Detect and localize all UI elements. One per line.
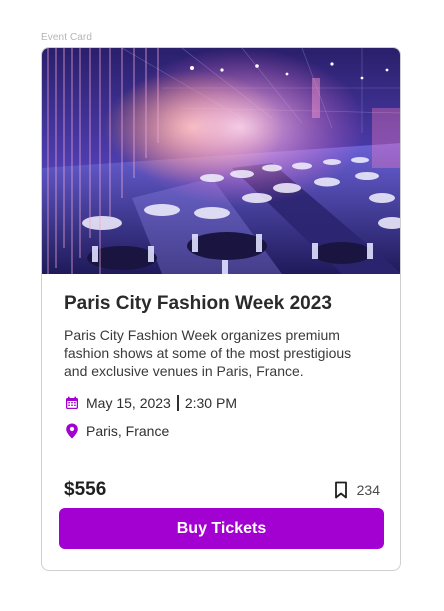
- frame-label: Event Card: [41, 32, 93, 43]
- datetime-divider: [176, 395, 179, 411]
- event-content: Paris City Fashion Week 2023 Paris City …: [64, 292, 384, 440]
- bookmark-icon[interactable]: [333, 481, 349, 499]
- event-location-text: Paris, France: [86, 423, 170, 439]
- event-location: Paris, France: [64, 422, 384, 440]
- ticket-price: $556: [64, 479, 107, 500]
- calendar-icon: [64, 395, 80, 411]
- bookmark-control[interactable]: 234: [333, 481, 380, 499]
- event-image: [42, 48, 400, 274]
- event-description: Paris City Fashion Week organizes premiu…: [64, 327, 352, 379]
- event-title: Paris City Fashion Week 2023: [64, 293, 332, 314]
- event-footer: $556 234: [64, 478, 380, 502]
- event-date: May 15, 2023: [86, 395, 171, 411]
- event-card: Paris City Fashion Week 2023 Paris City …: [41, 47, 401, 571]
- map-pin-icon: [64, 423, 80, 439]
- buy-tickets-button[interactable]: Buy Tickets: [59, 508, 384, 549]
- event-time: 2:30 PM: [184, 395, 237, 411]
- event-datetime: May 15, 2023 2:30 PM: [64, 394, 384, 412]
- bookmark-count: 234: [356, 482, 380, 498]
